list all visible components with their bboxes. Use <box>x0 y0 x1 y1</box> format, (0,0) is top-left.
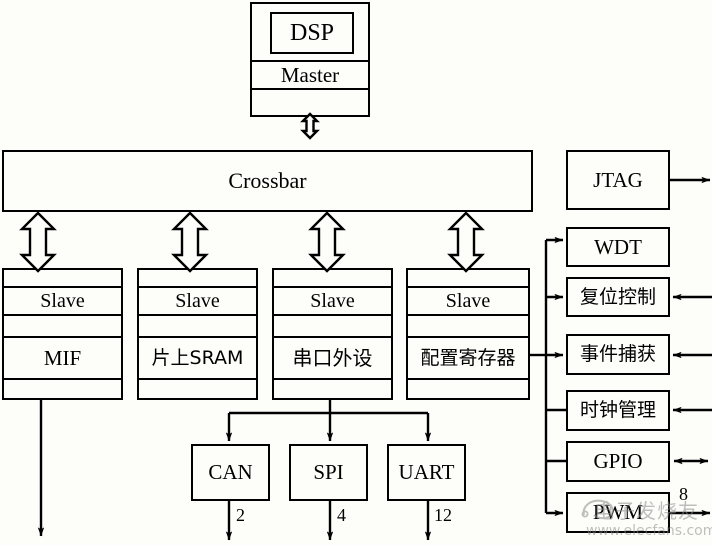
config-box-gpio: GPIO <box>566 441 670 482</box>
config-box-wdt: WDT <box>566 227 670 267</box>
slave-bottom-row <box>274 380 391 398</box>
slave-spacer-row <box>274 316 391 338</box>
slave-module-serial: Slave 串口外设 <box>272 268 393 400</box>
config-label: PWM <box>592 500 644 524</box>
peripheral-box-can: CAN <box>191 444 270 501</box>
slave-port-row: Slave <box>4 288 121 316</box>
arrow-crossbar-to-slave-sram <box>171 211 209 273</box>
slave-module-sram: Slave 片上SRAM <box>137 268 258 400</box>
slave-bottom-row <box>139 380 256 398</box>
dsp-port-row <box>252 90 368 117</box>
slave-name-label: 配置寄存器 <box>420 346 516 369</box>
config-box-event-capture: 事件捕获 <box>566 334 670 375</box>
peripheral-box-uart: UART <box>387 444 466 501</box>
dsp-core-label: DSP <box>289 20 335 46</box>
bus-width-label-can: 2 <box>236 505 245 525</box>
slave-name-label: 片上SRAM <box>151 346 244 369</box>
bus-width-label-spi: 4 <box>337 505 346 525</box>
slave-port-label: Slave <box>445 290 491 312</box>
arrow-crossbar-to-slave-serial <box>308 211 346 273</box>
config-label: WDT <box>594 234 642 259</box>
slave-name-row: MIF <box>4 338 121 380</box>
config-label: 事件捕获 <box>579 343 656 365</box>
slave-name-row: 串口外设 <box>274 338 391 380</box>
slave-port-row: Slave <box>139 288 256 316</box>
slave-spacer-row <box>408 316 528 338</box>
config-box-jtag: JTAG <box>566 150 670 210</box>
dsp-master-block: DSP Master <box>250 2 370 117</box>
peripheral-box-spi: SPI <box>289 444 368 501</box>
config-label: 时钟管理 <box>579 399 656 421</box>
connector-config-register-bus <box>530 236 566 517</box>
dsp-core-box: DSP <box>270 12 354 54</box>
arrow-crossbar-to-slave-config <box>447 211 485 273</box>
slave-module-config: Slave 配置寄存器 <box>406 268 530 400</box>
slave-port-label: Slave <box>40 290 85 312</box>
slave-arrow-port <box>139 270 256 288</box>
slave-port-row: Slave <box>274 288 391 316</box>
crossbar-label: Crossbar <box>228 168 307 193</box>
config-box-reset-control: 复位控制 <box>566 277 670 317</box>
config-label: JTAG <box>593 167 643 192</box>
slave-arrow-port <box>4 270 121 288</box>
connector-serial-fanout-bus <box>225 400 432 442</box>
slave-bottom-row <box>4 380 121 398</box>
peripheral-label: CAN <box>208 460 253 484</box>
config-label: GPIO <box>593 449 643 473</box>
arrow-master-to-crossbar <box>300 112 320 140</box>
slave-spacer-row <box>139 316 256 338</box>
dsp-core-row: DSP <box>252 4 368 62</box>
config-box-pwm: PWM <box>566 492 670 533</box>
crossbar-block: Crossbar <box>2 150 533 212</box>
bus-width-label-uart: 12 <box>434 505 452 525</box>
slave-port-row: Slave <box>408 288 528 316</box>
config-box-clock-management: 时钟管理 <box>566 390 670 431</box>
slave-module-mif: Slave MIF <box>2 268 123 400</box>
config-label: 复位控制 <box>579 285 656 308</box>
slave-port-label: Slave <box>310 290 355 312</box>
slave-name-row: 配置寄存器 <box>408 338 528 380</box>
diagram-canvas: DSP Master Crossbar Slave MIF Slave 片上SR… <box>0 0 712 545</box>
dsp-master-label: Master <box>280 62 340 87</box>
peripheral-label: SPI <box>313 460 344 484</box>
dsp-master-row: Master <box>252 62 368 90</box>
slave-name-label: MIF <box>43 345 82 370</box>
slave-arrow-port <box>274 270 391 288</box>
slave-arrow-port <box>408 270 528 288</box>
arrow-crossbar-to-slave-mif <box>19 211 57 273</box>
peripheral-label: UART <box>398 460 455 484</box>
slave-name-row: 片上SRAM <box>139 338 256 380</box>
slave-bottom-row <box>408 380 528 398</box>
slave-spacer-row <box>4 316 121 338</box>
slave-name-label: 串口外设 <box>292 346 373 370</box>
bus-width-label-pwm: 8 <box>679 484 688 504</box>
slave-port-label: Slave <box>175 290 220 312</box>
